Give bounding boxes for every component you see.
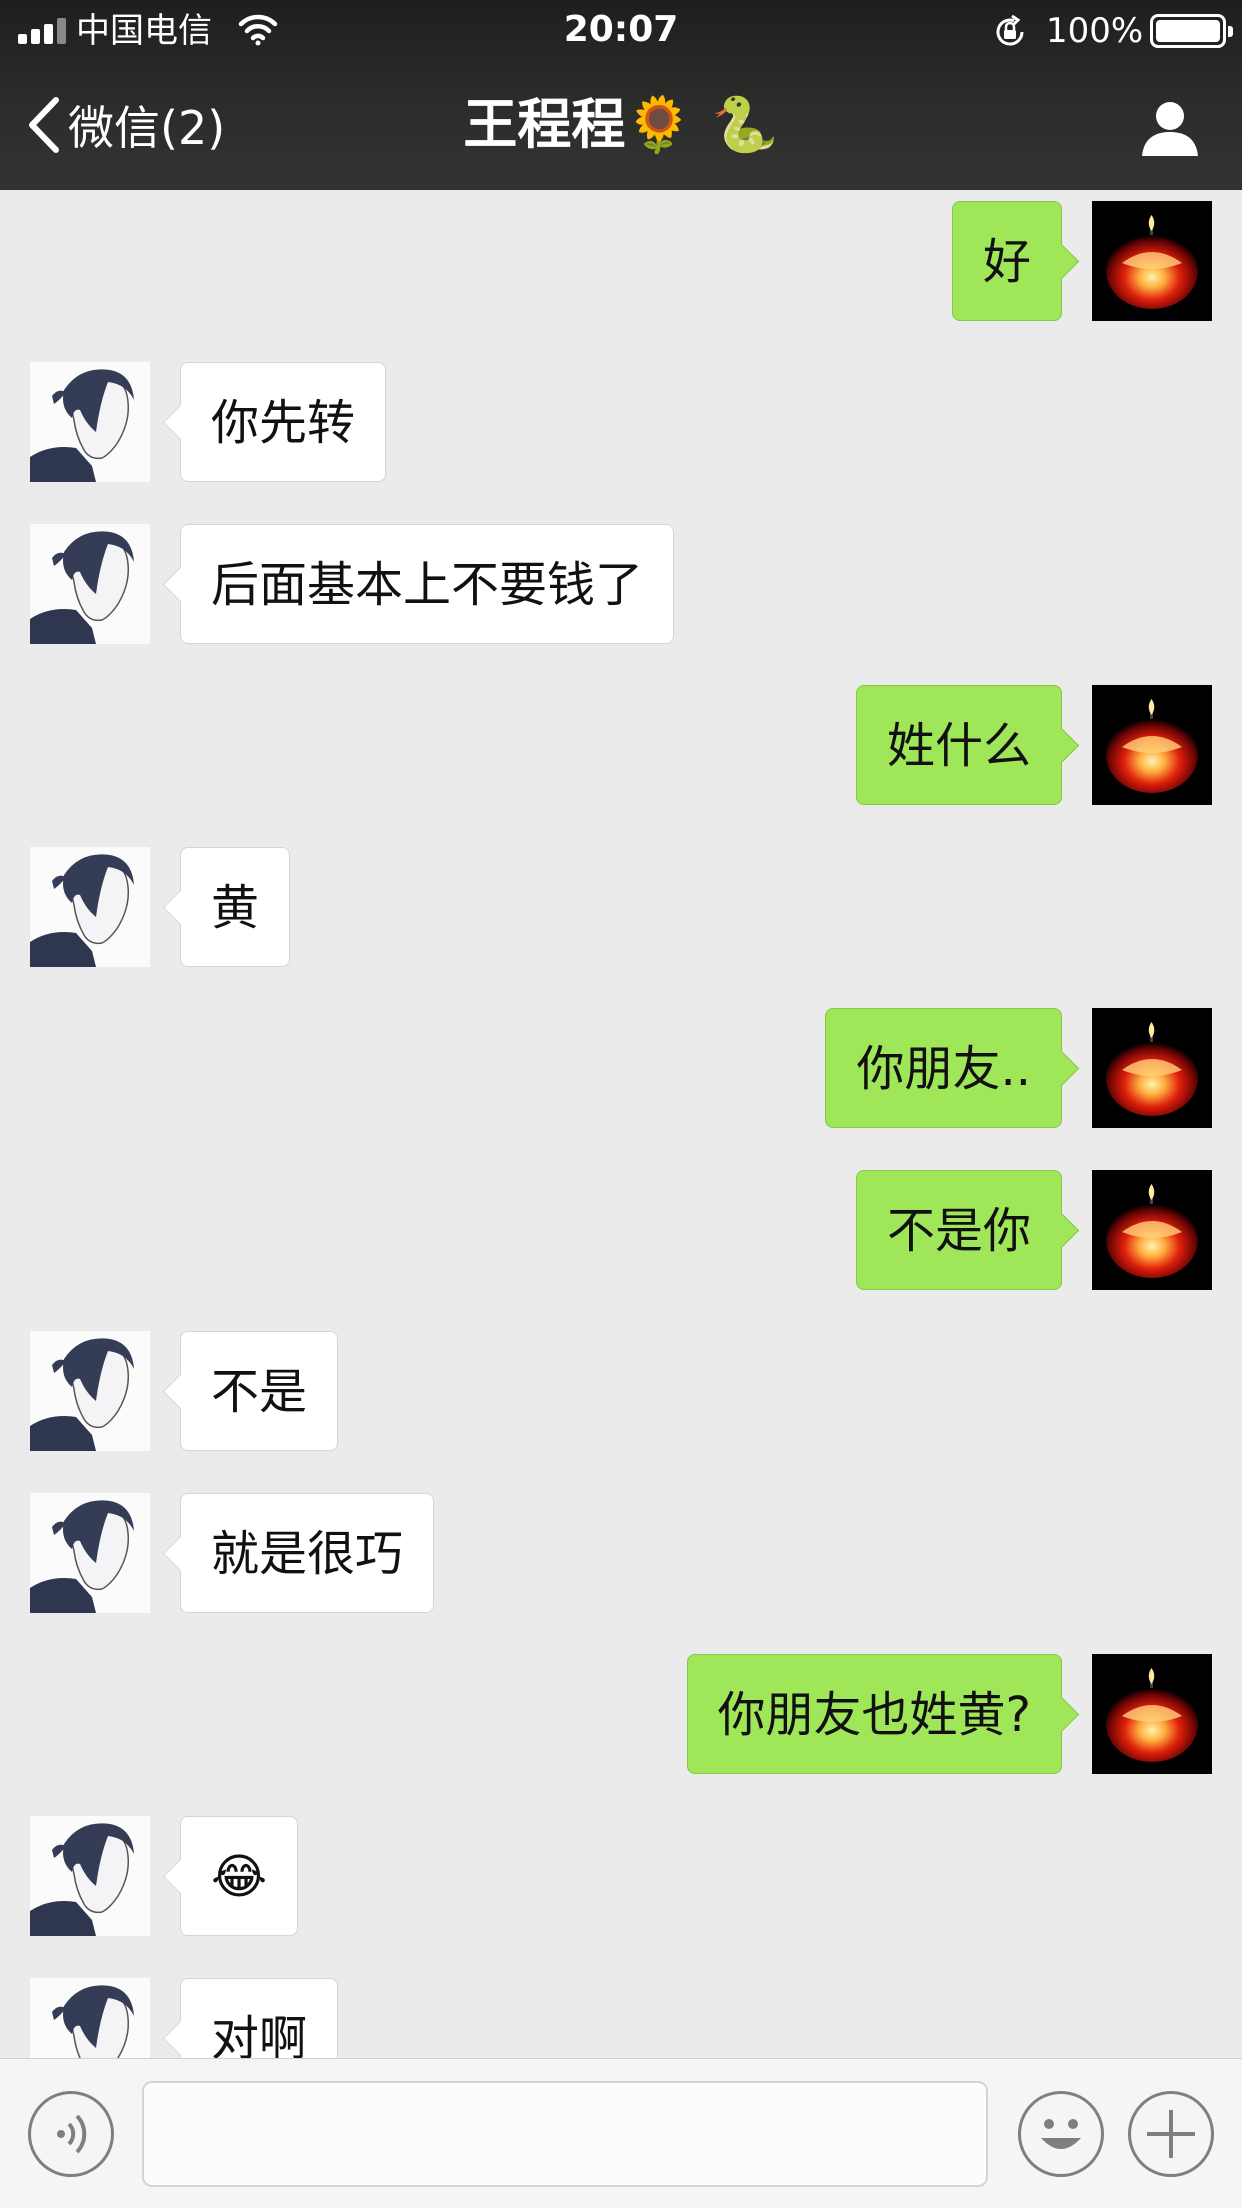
received-bubble[interactable]: 对啊 xyxy=(180,1978,339,2058)
voice-button[interactable] xyxy=(28,2091,114,2177)
emoji-smiley-icon xyxy=(1041,2119,1081,2149)
contact-avatar[interactable] xyxy=(30,1816,150,1936)
my-avatar[interactable] xyxy=(1092,1170,1212,1290)
status-bar: 中国电信 20:07 100% xyxy=(0,0,1242,62)
battery-icon xyxy=(1150,14,1233,48)
my-avatar[interactable] xyxy=(1092,685,1212,805)
sent-bubble[interactable]: 不是你 xyxy=(855,1170,1062,1290)
nav-bar: 微信(2) 王程程🌻 🐍 xyxy=(0,62,1242,190)
received-message-row: 😂 xyxy=(0,1816,1242,1936)
sent-bubble[interactable]: 姓什么 xyxy=(855,685,1062,805)
received-bubble[interactable]: 黄 xyxy=(180,847,291,967)
voice-icon xyxy=(57,2114,87,2154)
received-bubble[interactable]: 你先转 xyxy=(180,362,387,482)
received-bubble[interactable]: 不是 xyxy=(180,1331,339,1451)
received-bubble[interactable]: 后面基本上不要钱了 xyxy=(180,524,675,644)
message-list[interactable]: 好你先转后面基本上不要钱了姓什么黄你朋友.. 不是你不是就是很巧你朋友也姓黄? 😂 对… xyxy=(0,190,1242,2058)
sent-message-row: 姓什么 xyxy=(0,685,1242,805)
my-avatar[interactable] xyxy=(1092,1654,1212,1774)
contact-avatar[interactable] xyxy=(30,847,150,967)
chat-title: 王程程🌻 🐍 xyxy=(463,93,779,156)
message-input[interactable] xyxy=(142,2081,988,2187)
contact-avatar[interactable] xyxy=(30,362,150,482)
sent-bubble[interactable]: 好 xyxy=(951,201,1062,321)
plus-button[interactable] xyxy=(1128,2091,1214,2177)
received-bubble[interactable]: 就是很巧 xyxy=(180,1493,435,1613)
sent-bubble[interactable]: 你朋友也姓黄? xyxy=(686,1654,1062,1774)
contact-avatar[interactable] xyxy=(30,1331,150,1451)
battery-fill xyxy=(1156,20,1220,42)
sent-message-row: 不是你 xyxy=(0,1170,1242,1290)
battery-percent: 100% xyxy=(1046,11,1144,51)
contact-avatar[interactable] xyxy=(30,524,150,644)
received-message-row: 不是 xyxy=(0,1331,1242,1451)
chat-screen: 中国电信 20:07 100% 微信(2) 王程程🌻 🐍 好 你先转 后面基本上… xyxy=(0,0,1242,2208)
person-icon[interactable] xyxy=(1138,96,1202,160)
my-avatar[interactable] xyxy=(1092,201,1212,321)
sent-bubble[interactable]: 你朋友.. xyxy=(825,1008,1062,1128)
contact-avatar[interactable] xyxy=(30,1978,150,2058)
received-message-row: 对啊 xyxy=(0,1978,1242,2058)
my-avatar[interactable] xyxy=(1092,1008,1212,1128)
received-message-row: 你先转 xyxy=(0,362,1242,482)
received-bubble[interactable]: 😂 xyxy=(180,1816,299,1936)
header: 中国电信 20:07 100% 微信(2) 王程程🌻 🐍 xyxy=(0,0,1242,190)
received-message-row: 后面基本上不要钱了 xyxy=(0,524,1242,644)
received-message-row: 黄 xyxy=(0,847,1242,967)
sent-message-row: 你朋友也姓黄? xyxy=(0,1654,1242,1774)
emoji-button[interactable] xyxy=(1018,2091,1104,2177)
sent-message-row: 你朋友.. xyxy=(0,1008,1242,1128)
received-message-row: 就是很巧 xyxy=(0,1493,1242,1613)
input-bar xyxy=(0,2058,1242,2208)
sent-message-row: 好 xyxy=(0,201,1242,321)
plus-icon xyxy=(1147,2110,1195,2158)
orientation-lock-icon xyxy=(996,14,1024,46)
contact-avatar[interactable] xyxy=(30,1493,150,1613)
